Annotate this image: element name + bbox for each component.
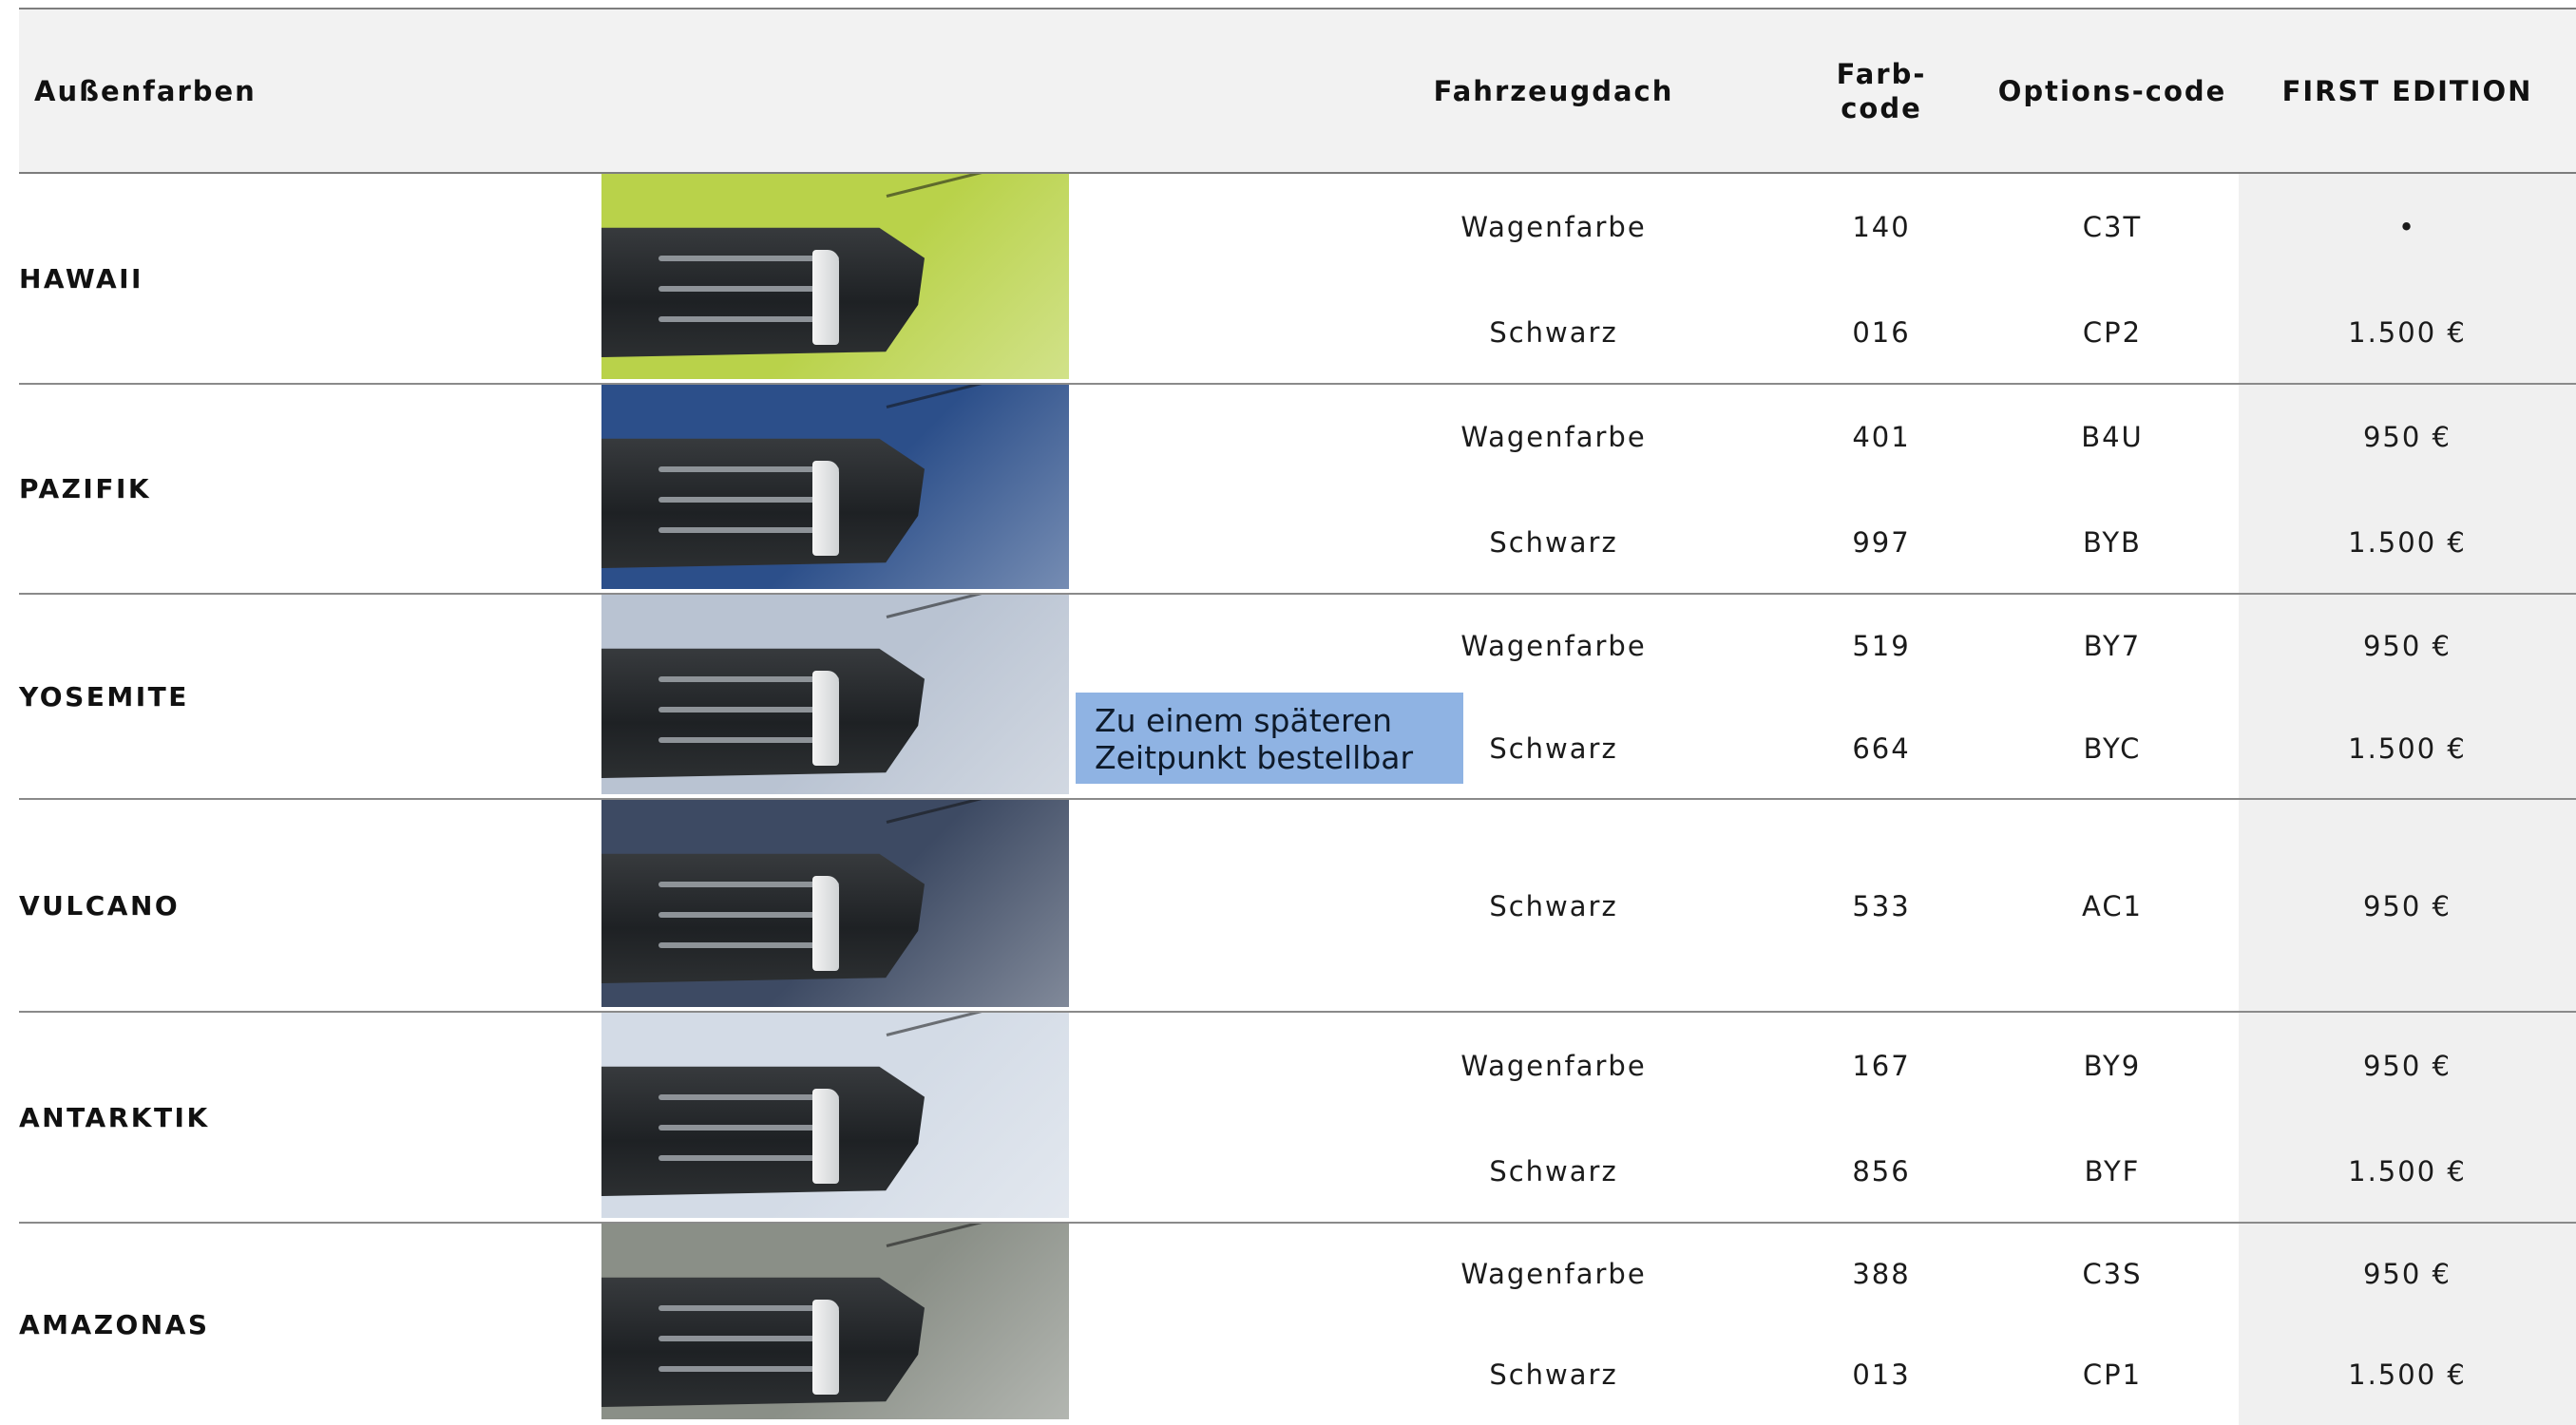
roof-cell: Schwarz	[1489, 890, 1618, 922]
first-edition-price: 950 €	[2362, 1049, 2452, 1082]
roof-cell: Wagenfarbe	[1460, 1049, 1647, 1082]
roof-cell: Schwarz	[1489, 1358, 1618, 1391]
first-edition-price: 950 €	[2362, 1258, 2452, 1290]
farbcode-cell: 856	[1852, 1154, 1911, 1188]
roof-cell: Schwarz	[1489, 525, 1618, 559]
option-line: Schwarz 013 CP1 1.500 €	[19, 1324, 2576, 1425]
optcode-cell: CP2	[2082, 315, 2143, 349]
first-edition-price: 1.500 €	[2348, 525, 2467, 559]
option-line: Schwarz 533 AC1 950 €	[19, 800, 2576, 1013]
option-line: Schwarz 016 CP2 1.500 €	[19, 279, 2576, 385]
table-row: ANTARKTIK Wagenfarbe 167 BY9 950 € Schwarz 856…	[19, 1013, 2576, 1224]
farbcode-cell: 401	[1852, 421, 1911, 454]
header-optcode: Options-code	[1997, 74, 2227, 107]
first-edition-price: 1.500 €	[2348, 315, 2467, 349]
farbcode-cell: 167	[1852, 1049, 1911, 1082]
first-edition-price: 950 €	[2362, 421, 2452, 454]
optcode-cell: B4U	[2081, 421, 2144, 454]
optcode-cell: BYB	[2083, 525, 2142, 559]
roof-cell: Wagenfarbe	[1460, 1258, 1647, 1290]
header-first-edition: FIRST EDITION	[2281, 74, 2533, 107]
availability-note: Zu einem späteren Zeitpunkt bestellbar	[1076, 693, 1463, 784]
roof-cell: Schwarz	[1489, 315, 1618, 349]
table-row: PAZIFIK Wagenfarbe 401 B4U 950 € Schwarz 997 BY…	[19, 385, 2576, 595]
farbcode-cell: 997	[1852, 525, 1911, 559]
optcode-cell: C3S	[2082, 1258, 2143, 1290]
option-line: Wagenfarbe 388 C3S 950 €	[19, 1224, 2576, 1324]
roof-cell: Wagenfarbe	[1460, 630, 1647, 662]
table-header: Außenfarben Fahrzeugdach Farb- code Opti…	[19, 8, 2576, 174]
header-color: Außenfarben	[34, 74, 257, 107]
optcode-cell: BYC	[2083, 732, 2142, 765]
farbcode-cell: 140	[1852, 210, 1911, 243]
option-line: Wagenfarbe 167 BY9 950 €	[19, 1013, 2576, 1118]
roof-cell: Schwarz	[1489, 1154, 1618, 1188]
first-edition-price: 1.500 €	[2348, 732, 2467, 765]
table-row: VULCANO Schwarz 533 AC1 950 €	[19, 800, 2576, 1013]
header-roof: Fahrzeugdach	[1433, 74, 1674, 107]
first-edition-price: 950 €	[2362, 890, 2452, 922]
header-farbcode: Farb- code	[1836, 57, 1927, 124]
optcode-cell: BY9	[2083, 1049, 2142, 1082]
optcode-cell: BYF	[2084, 1154, 2141, 1188]
optcode-cell: AC1	[2081, 890, 2144, 922]
option-line: Wagenfarbe 401 B4U 950 €	[19, 385, 2576, 490]
farbcode-cell: 664	[1852, 732, 1911, 765]
optcode-cell: C3T	[2082, 210, 2143, 243]
option-line: Schwarz 997 BYB 1.500 €	[19, 490, 2576, 596]
option-line: Schwarz 856 BYF 1.500 €	[19, 1118, 2576, 1224]
farbcode-cell: 519	[1852, 630, 1911, 662]
first-edition-price: 950 €	[2362, 630, 2452, 662]
table-row: HAWAII Wagenfarbe 140 C3T • Schwarz 016 CP2 1.50…	[19, 174, 2576, 385]
farbcode-cell: 016	[1852, 315, 1911, 349]
table-row: AMAZONAS Wagenfarbe 388 C3S 950 € Schwarz 013 C…	[19, 1224, 2576, 1425]
optcode-cell: CP1	[2082, 1358, 2143, 1391]
roof-cell: Wagenfarbe	[1460, 210, 1647, 243]
farbcode-cell: 013	[1852, 1358, 1911, 1391]
farbcode-cell: 533	[1852, 890, 1911, 922]
first-edition-price: •	[2397, 210, 2417, 243]
option-line: Wagenfarbe 140 C3T •	[19, 174, 2576, 279]
option-line: Wagenfarbe 519 BY7 950 €	[19, 595, 2576, 697]
first-edition-price: 1.500 €	[2348, 1154, 2467, 1188]
farbcode-cell: 388	[1852, 1258, 1911, 1290]
roof-cell: Wagenfarbe	[1460, 421, 1647, 454]
first-edition-price: 1.500 €	[2348, 1358, 2467, 1391]
optcode-cell: BY7	[2083, 630, 2142, 662]
